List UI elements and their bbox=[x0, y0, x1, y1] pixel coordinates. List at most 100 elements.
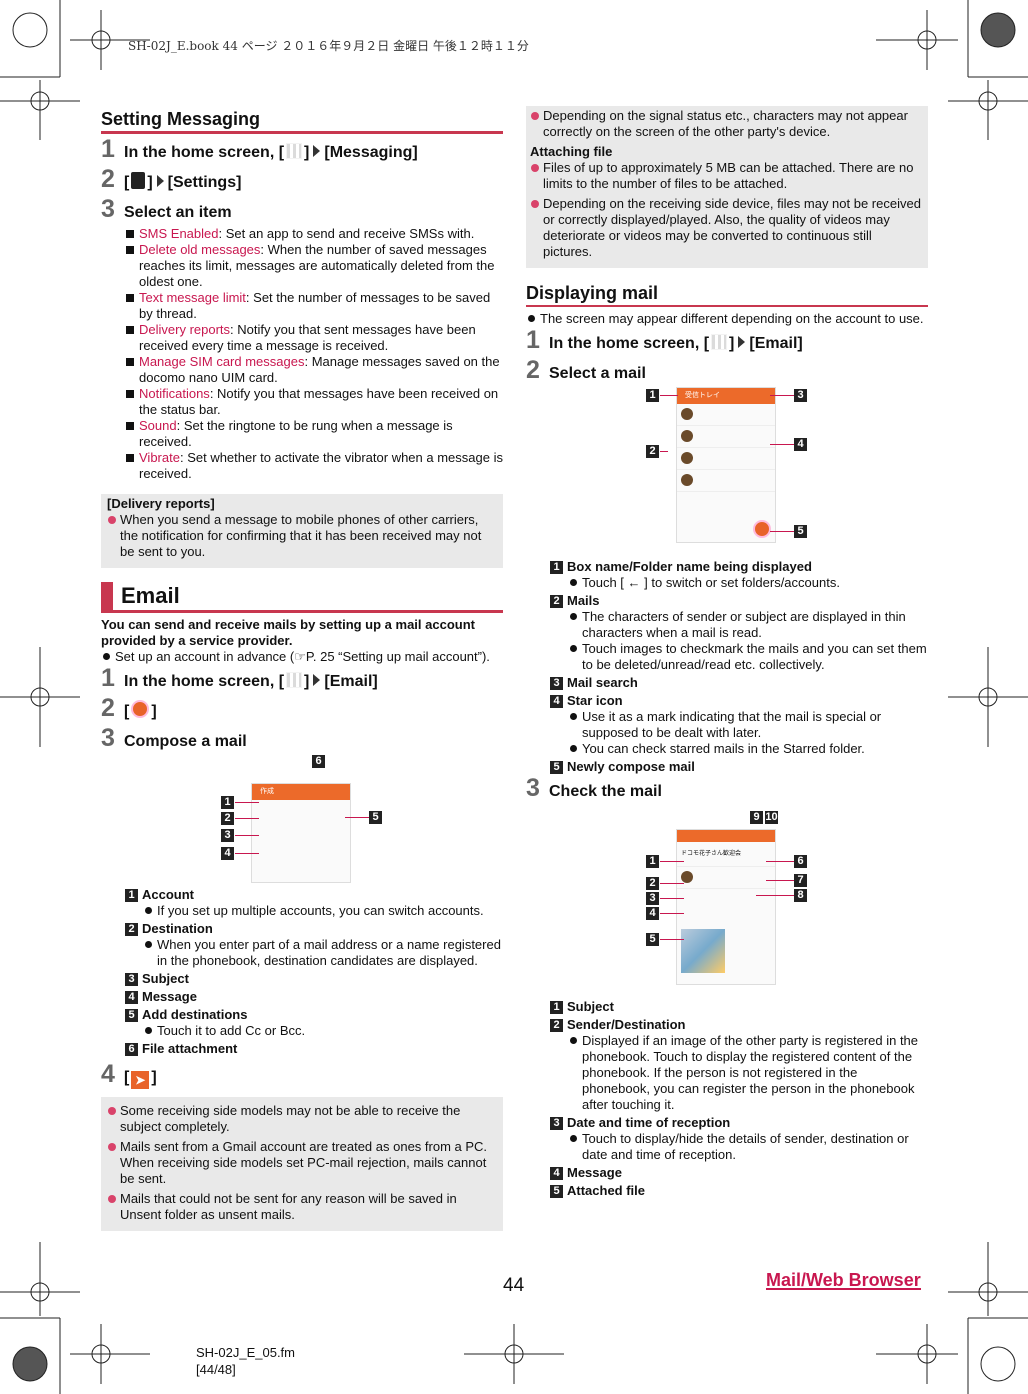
list-item: Some receiving side models may not be ab… bbox=[107, 1103, 497, 1135]
step-text: [ bbox=[124, 703, 130, 720]
setting-item: Delivery reports: Notify you that sent m… bbox=[125, 322, 503, 354]
inbox-screenshot-figure: 受信トレイ 1 2 3 4 5 bbox=[526, 387, 928, 557]
legend-title: 6 File attachment bbox=[125, 1041, 503, 1057]
step-target: [Settings] bbox=[167, 174, 242, 191]
step-text: ] bbox=[151, 703, 157, 720]
callout-8: 8 bbox=[794, 889, 807, 902]
note-list: When you send a message to mobile phones… bbox=[107, 512, 497, 560]
step-text: ] bbox=[304, 144, 310, 161]
setting-item: Notifications: Notify you that messages … bbox=[125, 386, 503, 418]
list-item: The screen may appear different dependin… bbox=[526, 311, 928, 327]
arrow-right-icon bbox=[313, 145, 321, 157]
legend-label: Destination bbox=[142, 921, 213, 936]
list-item: Files of up to approximately 5 MB can be… bbox=[530, 160, 924, 192]
legend-title: 2 Mails bbox=[550, 593, 928, 609]
setting-name: Delete old messages bbox=[139, 242, 261, 257]
step-text: Compose a mail bbox=[124, 733, 247, 750]
step-1: 1 In the home screen, [] [Messaging] bbox=[101, 135, 418, 163]
left-column: Setting Messaging 1 In the home screen, [… bbox=[101, 108, 503, 1231]
legend-bullets: Displayed if an image of the other party… bbox=[550, 1033, 928, 1113]
legend-label: Message bbox=[142, 989, 197, 1004]
legend-number: 1 bbox=[550, 560, 563, 574]
display-step-3: 3 Check the mail bbox=[526, 775, 928, 805]
legend-item: 2 Sender/Destination Displayed if an image… bbox=[550, 1017, 928, 1113]
legend-label: Date and time of reception bbox=[567, 1115, 731, 1130]
mail-detail-screenshot: ドコモ花子さん歓迎会 bbox=[676, 829, 776, 985]
compose-screenshot: 作成 bbox=[251, 783, 351, 883]
list-item: Depending on the receiving side device, … bbox=[530, 196, 924, 260]
legend-bullets: If you set up multiple accounts, you can… bbox=[125, 903, 503, 919]
legend-title: 5 Attached file bbox=[550, 1183, 928, 1199]
legend-item: 1 Account If you set up multiple accounts,… bbox=[125, 887, 503, 919]
step-text: In the home screen, [ bbox=[549, 335, 710, 352]
legend-bullet: Use it as a mark indicating that the mai… bbox=[568, 709, 928, 741]
legend-label: Attached file bbox=[567, 1183, 646, 1198]
note-title: Attaching file bbox=[530, 144, 613, 159]
screen-title: 受信トレイ bbox=[677, 388, 775, 404]
inbox-legend: 1 Box name/Folder name being displayed Tou… bbox=[526, 559, 928, 775]
legend-number: 2 bbox=[125, 922, 138, 936]
legend-title: 4 Star icon bbox=[550, 693, 928, 709]
legend-label: Newly compose mail bbox=[567, 759, 695, 774]
legend-label: Mail search bbox=[567, 675, 638, 690]
step-text: In the home screen, [ bbox=[124, 144, 285, 161]
legend-item: 5 Newly compose mail bbox=[550, 759, 928, 775]
step-text: [ bbox=[124, 1069, 130, 1086]
section-title-setting-messaging: Setting Messaging bbox=[101, 108, 503, 134]
legend-bullet: Displayed if an image of the other party… bbox=[568, 1033, 928, 1113]
legend-title: 3 Date and time of reception bbox=[550, 1115, 928, 1131]
legend-item: 4 Star icon Use it as a mark indicating th… bbox=[550, 693, 928, 757]
callout-2: 2 bbox=[646, 877, 659, 890]
compose-icon bbox=[131, 700, 150, 718]
legend-number: 4 bbox=[550, 1166, 563, 1180]
step-2: 2[] [Settings] bbox=[101, 165, 242, 193]
menu-icon bbox=[131, 172, 146, 189]
setting-item: SMS Enabled: Set an app to send and rece… bbox=[125, 226, 503, 242]
setting-name: SMS Enabled bbox=[139, 226, 219, 241]
legend-label: Add destinations bbox=[142, 1007, 248, 1022]
legend-label: Mails bbox=[567, 593, 600, 608]
legend-number: 4 bbox=[125, 990, 138, 1004]
callout-9: 9 bbox=[750, 811, 763, 824]
setting-item: Text message limit: Set the number of me… bbox=[125, 290, 503, 322]
display-step-2: 2 Select a mail bbox=[526, 357, 928, 387]
legend-bullet: You can check starred mails in the Starr… bbox=[568, 741, 928, 757]
list-item: Depending on the signal status etc., cha… bbox=[530, 108, 924, 140]
legend-number: 1 bbox=[125, 888, 138, 902]
setting-item: Delete old messages: When the number of … bbox=[125, 242, 503, 290]
legend-label: Sender/Destination bbox=[567, 1017, 686, 1032]
callout-10: 10 bbox=[765, 811, 778, 824]
legend-bullets: Touch it to add Cc or Bcc. bbox=[125, 1023, 503, 1039]
callout-7: 7 bbox=[794, 874, 807, 887]
setting-name: Delivery reports bbox=[139, 322, 231, 337]
attaching-file-note: Depending on the signal status etc., cha… bbox=[526, 106, 928, 268]
legend-title: 1 Subject bbox=[550, 999, 928, 1015]
legend-number: 4 bbox=[550, 694, 563, 708]
setting-item: Sound: Set the ringtone to be rung when … bbox=[125, 418, 503, 450]
arrow-right-icon bbox=[313, 674, 321, 686]
legend-number: 3 bbox=[125, 972, 138, 986]
step-target: [Email] bbox=[324, 673, 378, 690]
note-list: Some receiving side models may not be ab… bbox=[107, 1103, 497, 1223]
legend-title: 3 Mail search bbox=[550, 675, 928, 691]
legend-title: 2 Destination bbox=[125, 921, 503, 937]
step-text: Select a mail bbox=[549, 365, 646, 382]
legend-bullets: Use it as a mark indicating that the mai… bbox=[550, 709, 928, 757]
note-title: [Delivery reports] bbox=[107, 496, 215, 511]
step-target: [Email] bbox=[749, 335, 803, 352]
list-item: When you send a message to mobile phones… bbox=[107, 512, 497, 560]
legend-title: 2 Sender/Destination bbox=[550, 1017, 928, 1033]
email-notes: Some receiving side models may not be ab… bbox=[101, 1097, 503, 1231]
legend-label: Account bbox=[142, 887, 194, 902]
section-title-email: Email bbox=[101, 582, 503, 613]
inbox-screenshot: 受信トレイ bbox=[676, 387, 776, 543]
arrow-right-icon bbox=[738, 336, 746, 348]
step-text: ] bbox=[304, 673, 310, 690]
email-step-3: 3 Compose a mail bbox=[101, 725, 503, 755]
step-text: ] bbox=[729, 335, 735, 352]
list-item: Set up an account in advance (☞P. 25 “Se… bbox=[101, 649, 503, 665]
list-item: Mails that could not be sent for any rea… bbox=[107, 1191, 497, 1223]
arrow-right-icon bbox=[156, 175, 164, 187]
step-text: ] bbox=[147, 174, 153, 191]
legend-bullet: Touch it to add Cc or Bcc. bbox=[143, 1023, 503, 1039]
